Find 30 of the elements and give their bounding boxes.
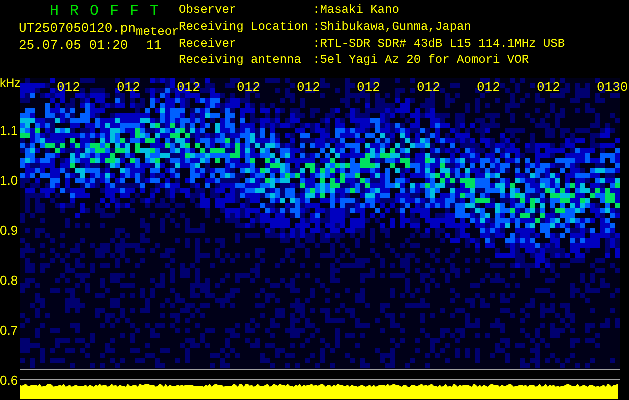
y-axis-label: 0.6	[0, 373, 18, 388]
y-axis-label: 0.9	[0, 223, 18, 238]
time-label: 012	[57, 80, 80, 95]
field-value: :5el Yagi Az 20 for Aomori VOR	[313, 53, 530, 70]
time-label: 012	[357, 80, 380, 95]
file-type-label: meteor	[136, 26, 180, 39]
field-label: Receiver	[179, 36, 238, 52]
time-label: 012	[117, 80, 140, 95]
time-label: 012	[417, 80, 440, 95]
time-label: 012	[537, 80, 560, 95]
time-label: 012	[237, 80, 260, 95]
field-value: :Masaki Kano	[313, 3, 400, 19]
file-name: UT2507050120.pn	[19, 21, 136, 36]
app-title: H R O F F T	[50, 3, 162, 20]
y-axis-label: 1.0	[0, 173, 18, 188]
field-label: Observer	[179, 3, 238, 19]
date-time: 25.07.05 01:20	[19, 38, 128, 53]
time-label: 012	[477, 80, 500, 95]
field-value: :Shibukawa,Gunma,Japan	[313, 20, 472, 36]
field-value: :RTL-SDR SDR# 43dB L15 114.1MHz USB	[313, 36, 566, 52]
axis-unit-label: kHz	[0, 76, 21, 90]
y-axis-label: 0.7	[0, 323, 18, 338]
field-label: Receiving Location	[179, 20, 310, 36]
time-label: 0130	[597, 80, 628, 95]
field-label: Receiving antenna	[179, 53, 302, 70]
meteor-count: 11	[146, 38, 162, 53]
time-label: 012	[177, 80, 200, 95]
y-axis-label: 0.8	[0, 273, 18, 288]
y-axis-label: 1.1	[0, 123, 18, 138]
time-label: 012	[297, 80, 320, 95]
